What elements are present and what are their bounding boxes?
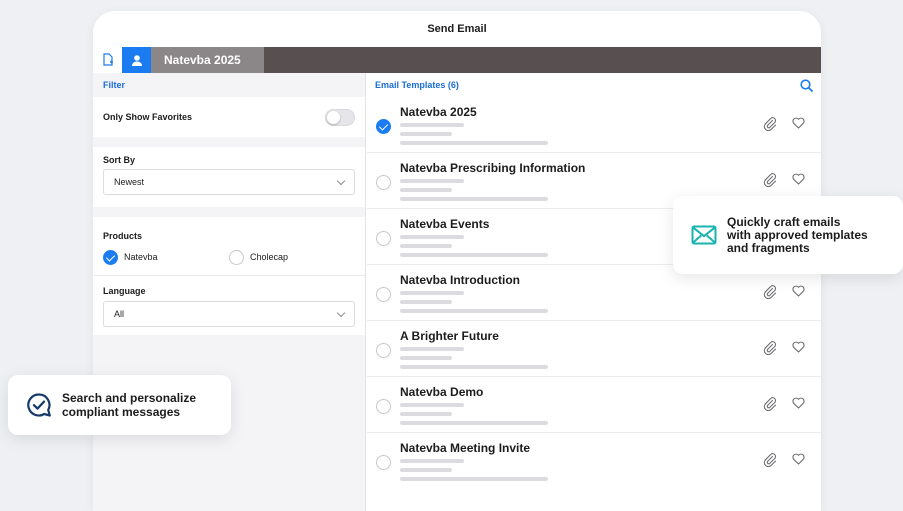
paperclip-icon[interactable] <box>763 285 777 299</box>
heart-icon[interactable] <box>792 117 805 129</box>
placeholder-line <box>400 477 548 481</box>
placeholder-line <box>400 179 464 183</box>
placeholder-line <box>400 244 452 248</box>
filter-header: Filter <box>103 80 126 90</box>
heart-icon[interactable] <box>792 453 805 465</box>
product-label: Natevba <box>124 252 158 262</box>
only-favorites-label: Only Show Favorites <box>103 112 193 122</box>
template-item-meeting-invite[interactable]: Natevba Meeting Invite <box>367 433 821 489</box>
unchecked-radio-icon[interactable] <box>376 343 391 358</box>
placeholder-line <box>400 253 548 257</box>
paperclip-icon[interactable] <box>763 453 777 467</box>
templates-count-label: Email Templates (6) <box>375 80 459 90</box>
placeholder-line <box>400 468 452 472</box>
products-options: Natevba Cholecap <box>103 245 355 269</box>
placeholder-line <box>400 403 464 407</box>
placeholder-line <box>400 421 548 425</box>
placeholder-line <box>400 188 452 192</box>
chevron-down-icon <box>336 308 346 317</box>
templates-header: Email Templates (6) <box>367 73 821 97</box>
sort-by-label: Sort By <box>103 155 136 165</box>
window-title: Send Email <box>93 11 821 47</box>
placeholder-line <box>400 132 452 136</box>
search-personalize-text: Search and personalize compliant message… <box>62 391 196 419</box>
heart-icon[interactable] <box>792 341 805 353</box>
template-name: Natevba Demo <box>400 385 484 399</box>
callout-line: Search and personalize <box>62 391 197 405</box>
sort-by-select[interactable]: Newest <box>103 169 355 195</box>
template-item-brighter-future[interactable]: A Brighter Future <box>367 321 821 377</box>
placeholder-line <box>400 356 452 360</box>
only-favorites-toggle[interactable] <box>325 108 355 126</box>
account-tab[interactable] <box>122 47 151 73</box>
search-icon[interactable] <box>800 78 813 92</box>
placeholder-line <box>400 347 464 351</box>
callout-line: compliant messages <box>62 405 181 419</box>
unchecked-radio-icon[interactable] <box>376 455 391 470</box>
craft-emails-text: Quickly craft emails with approved templ… <box>727 214 868 255</box>
template-name: Natevba 2025 <box>400 105 477 119</box>
placeholder-line <box>400 459 464 463</box>
check-chat-icon <box>27 393 51 417</box>
templates-panel: Email Templates (6) Natevba 2025 Natevba… <box>367 73 821 511</box>
language-value: All <box>114 309 125 319</box>
unchecked-radio-icon[interactable] <box>376 287 391 302</box>
checked-radio-icon[interactable] <box>376 119 391 134</box>
template-name: Natevba Events <box>400 217 490 231</box>
callout-line: Quickly craft emails <box>727 214 841 229</box>
heart-icon[interactable] <box>792 397 805 409</box>
chevron-down-icon <box>336 176 346 185</box>
paperclip-icon[interactable] <box>763 173 777 187</box>
filter-panel: Filter Only Show Favorites Sort By Newes… <box>93 73 366 511</box>
new-document-icon <box>102 53 113 66</box>
placeholder-line <box>400 197 548 201</box>
template-name: A Brighter Future <box>400 329 499 343</box>
heart-icon[interactable] <box>792 173 805 185</box>
templates-list: Natevba 2025 Natevba Prescribing Informa… <box>367 97 821 489</box>
placeholder-line <box>400 123 464 127</box>
placeholder-line <box>400 291 464 295</box>
new-document-tab[interactable] <box>93 47 122 73</box>
template-name: Natevba Introduction <box>400 273 521 287</box>
placeholder-line <box>400 365 548 369</box>
unchecked-radio-icon[interactable] <box>376 231 391 246</box>
callout-line: and fragments <box>727 240 810 255</box>
language-label: Language <box>103 286 146 296</box>
sort-by-section: Sort By Newest <box>93 147 365 207</box>
products-section: Products Natevba Cholecap <box>93 217 365 275</box>
language-section: Language All <box>93 275 365 335</box>
only-favorites-row: Only Show Favorites <box>93 97 365 137</box>
paperclip-icon[interactable] <box>763 397 777 411</box>
template-item-demo[interactable]: Natevba Demo <box>367 377 821 433</box>
callout-line: with approved templates <box>727 227 868 242</box>
placeholder-line <box>400 309 548 313</box>
unchecked-radio-icon[interactable] <box>376 399 391 414</box>
template-item-natevba-2025[interactable]: Natevba 2025 <box>367 97 821 153</box>
unchecked-radio-icon <box>229 249 244 265</box>
checked-radio-icon <box>103 249 118 265</box>
unchecked-radio-icon[interactable] <box>376 175 391 190</box>
tab-bar: Natevba 2025 <box>93 47 821 73</box>
placeholder-line <box>400 300 452 304</box>
product-option-natevba[interactable]: Natevba <box>103 249 229 265</box>
envelope-icon <box>691 225 717 245</box>
placeholder-line <box>400 412 452 416</box>
template-name: Natevba Meeting Invite <box>400 441 531 455</box>
paperclip-icon[interactable] <box>763 341 777 355</box>
template-name: Natevba Prescribing Information <box>400 161 586 175</box>
language-select[interactable]: All <box>103 301 355 327</box>
sort-by-value: Newest <box>114 177 145 187</box>
craft-emails-callout: Quickly craft emails with approved templ… <box>673 196 903 274</box>
product-label: Cholecap <box>250 252 289 262</box>
paperclip-icon[interactable] <box>763 117 777 131</box>
tab-natevba-2025[interactable]: Natevba 2025 <box>151 47 264 73</box>
product-option-cholecap[interactable]: Cholecap <box>229 249 355 265</box>
search-personalize-callout: Search and personalize compliant message… <box>8 375 231 435</box>
placeholder-line <box>400 141 548 145</box>
heart-icon[interactable] <box>792 285 805 297</box>
placeholder-line <box>400 235 464 239</box>
products-label: Products <box>103 231 143 241</box>
person-icon <box>131 54 142 66</box>
